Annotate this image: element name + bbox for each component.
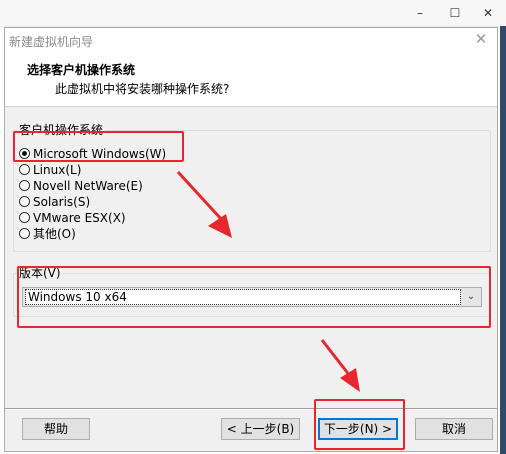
annotation-arrow-shaft (320, 339, 352, 377)
annotation-arrow-shaft (176, 170, 224, 222)
annotation-arrow-head (340, 368, 360, 392)
annotation-arrows (176, 170, 360, 392)
